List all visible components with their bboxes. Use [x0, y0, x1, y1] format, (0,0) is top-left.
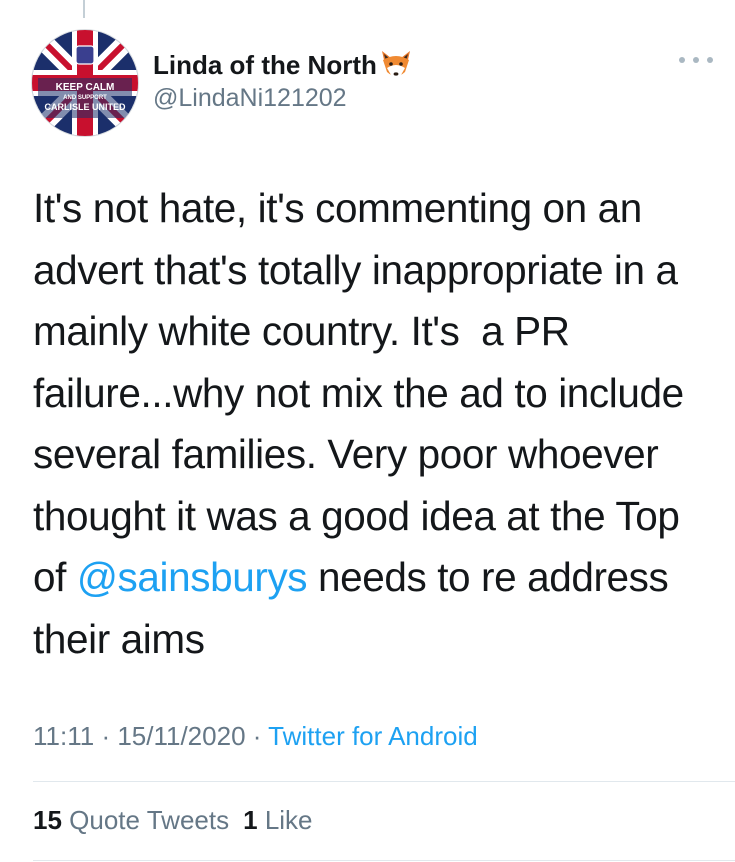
separator: · — [245, 721, 269, 751]
more-options-icon[interactable] — [679, 50, 713, 70]
fox-face-icon — [381, 51, 410, 77]
quote-tweets-label: Quote Tweets — [69, 805, 230, 835]
tweet-text-part1: It's not hate, it's commenting on an adv… — [33, 185, 695, 600]
likes-label: Like — [264, 805, 313, 835]
quote-tweets-stat[interactable]: 15 Quote Tweets — [33, 805, 229, 836]
divider — [33, 860, 735, 861]
author-display-name[interactable]: Linda of the North — [153, 48, 413, 82]
likes-count: 1 — [243, 805, 258, 835]
separator: · — [94, 721, 118, 751]
thread-connector-line — [83, 0, 85, 18]
dot — [693, 57, 699, 63]
dot — [679, 57, 685, 63]
avatar-text-line1: KEEP CALM — [56, 82, 115, 93]
tweet-body: It's not hate, it's commenting on an adv… — [33, 178, 723, 670]
tweet-time[interactable]: 11:11 — [33, 721, 94, 751]
dot — [707, 57, 713, 63]
quote-tweets-count: 15 — [33, 805, 62, 835]
tweet-metadata: 11:11 · 15/11/2020 · Twitter for Android — [33, 721, 478, 752]
union-jack-avatar-image: KEEP CALM AND SUPPORT CARLISLE UNITED — [32, 30, 138, 136]
avatar-text-line2: AND SUPPORT — [63, 95, 107, 101]
avatar-text-line3: CARLISLE UNITED — [45, 102, 127, 112]
tweet-date[interactable]: 15/11/2020 — [117, 721, 245, 751]
tweet-source-link[interactable]: Twitter for Android — [268, 721, 478, 751]
author-name-text: Linda of the North — [153, 49, 377, 80]
avatar[interactable]: KEEP CALM AND SUPPORT CARLISLE UNITED — [31, 29, 139, 137]
engagement-stats: 15 Quote Tweets 1 Like — [33, 805, 327, 836]
divider — [33, 781, 735, 782]
mention-link[interactable]: @sainsburys — [77, 554, 308, 600]
author-handle[interactable]: @LindaNi121202 — [153, 84, 347, 113]
likes-stat[interactable]: 1 Like — [243, 805, 312, 836]
